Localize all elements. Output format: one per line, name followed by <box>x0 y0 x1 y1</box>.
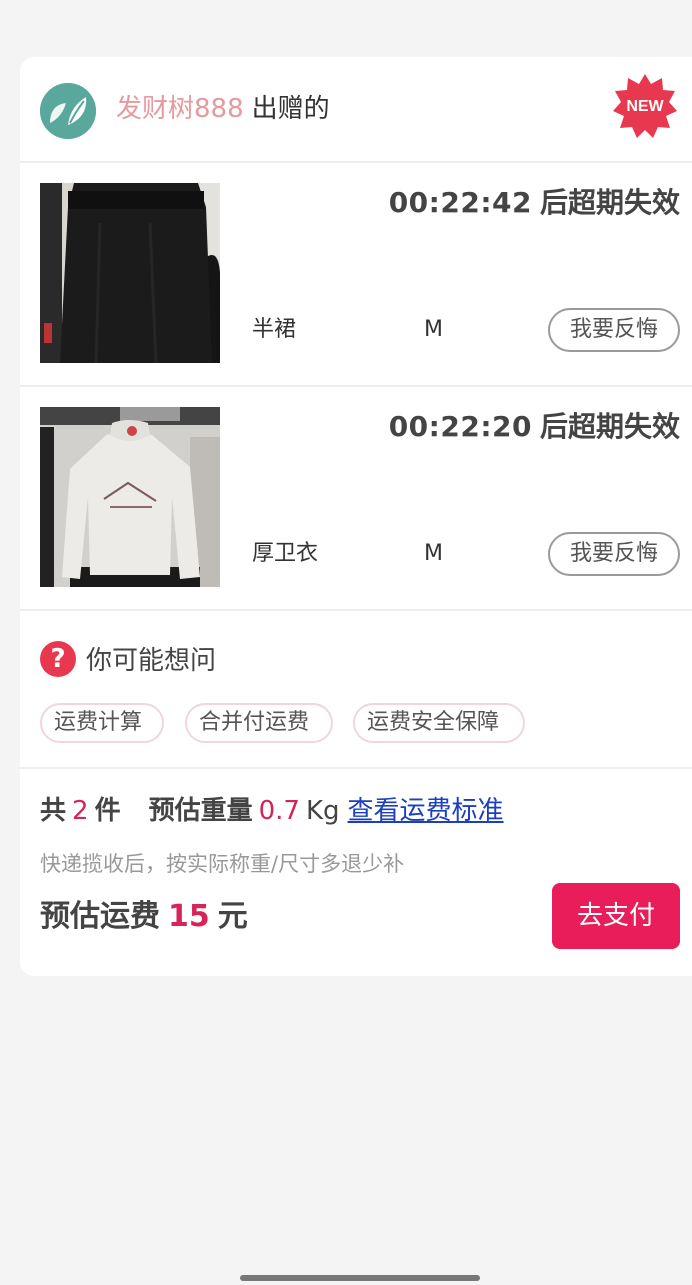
countdown-time: 00:22:20 <box>388 410 532 443</box>
regret-button[interactable]: 我要反悔 <box>548 532 680 576</box>
faq-chip-shipping-calc[interactable]: 运费计算 <box>40 703 164 743</box>
summary-line: 共 2 件预估重量 0.7 Kg 查看运费标准 <box>40 793 504 829</box>
faq-section: ? 你可能想问 运费计算 合并付运费 运费安全保障 <box>20 611 692 769</box>
total-prefix: 共 <box>40 796 67 826</box>
order-summary: 共 2 件预估重量 0.7 Kg 查看运费标准 快递揽收后，按实际称重/尺寸多退少补 预估… <box>20 769 692 976</box>
avatar[interactable] <box>40 83 96 139</box>
freight-amount: 15 <box>168 899 210 934</box>
shipping-standard-link[interactable]: 查看运费标准 <box>348 796 504 826</box>
item-size: M <box>424 317 443 342</box>
home-indicator[interactable] <box>240 1275 480 1281</box>
item-size: M <box>424 541 443 566</box>
giver-line: 发财树888 出赠的 <box>116 91 330 127</box>
skirt-photo-icon <box>40 183 220 363</box>
item-count: 2 <box>72 796 89 826</box>
weight-value: 0.7 <box>258 796 300 826</box>
faq-title: 你可能想问 <box>86 646 217 676</box>
gift-item: 00:22:42 后超期失效 半裙 M 我要反悔 <box>20 163 692 387</box>
faq-chip-combined-shipping[interactable]: 合并付运费 <box>185 703 333 743</box>
item-photo-hoodie[interactable] <box>40 407 220 587</box>
weight-unit: Kg <box>305 796 340 826</box>
item-photo-skirt[interactable] <box>40 183 220 363</box>
freight-estimate: 预估运费 15 元 <box>40 897 248 937</box>
freight-unit: 元 <box>217 899 248 934</box>
pay-button[interactable]: 去支付 <box>552 883 680 949</box>
item-name: 厚卫衣 <box>252 541 319 566</box>
expiry-countdown: 00:22:42 后超期失效 <box>389 185 680 221</box>
expiry-countdown: 00:22:20 后超期失效 <box>389 409 680 445</box>
countdown-suffix: 后超期失效 <box>539 410 680 443</box>
weight-label: 预估重量 <box>148 796 253 826</box>
faq-chip-shipping-protection[interactable]: 运费安全保障 <box>353 703 525 743</box>
weight-note: 快递揽收后，按实际称重/尺寸多退少补 <box>40 852 405 876</box>
freight-label: 预估运费 <box>40 899 160 934</box>
item-name: 半裙 <box>252 317 297 342</box>
giver-name[interactable]: 发财树888 <box>116 94 244 124</box>
gift-card: 发财树888 出赠的 NEW 00:22:42 后超期失效 半裙 M 我要反悔 … <box>20 57 692 976</box>
regret-button[interactable]: 我要反悔 <box>548 308 680 352</box>
new-starburst-icon: NEW <box>613 74 677 138</box>
leaf-logo-icon <box>40 83 96 139</box>
new-badge-text: NEW <box>626 98 664 115</box>
giver-suffix: 出赠的 <box>251 94 330 124</box>
hoodie-photo-icon <box>40 407 220 587</box>
count-unit: 件 <box>94 796 121 826</box>
question-icon: ? <box>40 641 76 677</box>
gift-item: 00:22:20 后超期失效 厚卫衣 M 我要反悔 <box>20 387 692 611</box>
countdown-time: 00:22:42 <box>388 186 532 219</box>
gift-header: 发财树888 出赠的 NEW <box>20 57 692 163</box>
countdown-suffix: 后超期失效 <box>539 186 680 219</box>
new-badge: NEW <box>612 72 678 138</box>
